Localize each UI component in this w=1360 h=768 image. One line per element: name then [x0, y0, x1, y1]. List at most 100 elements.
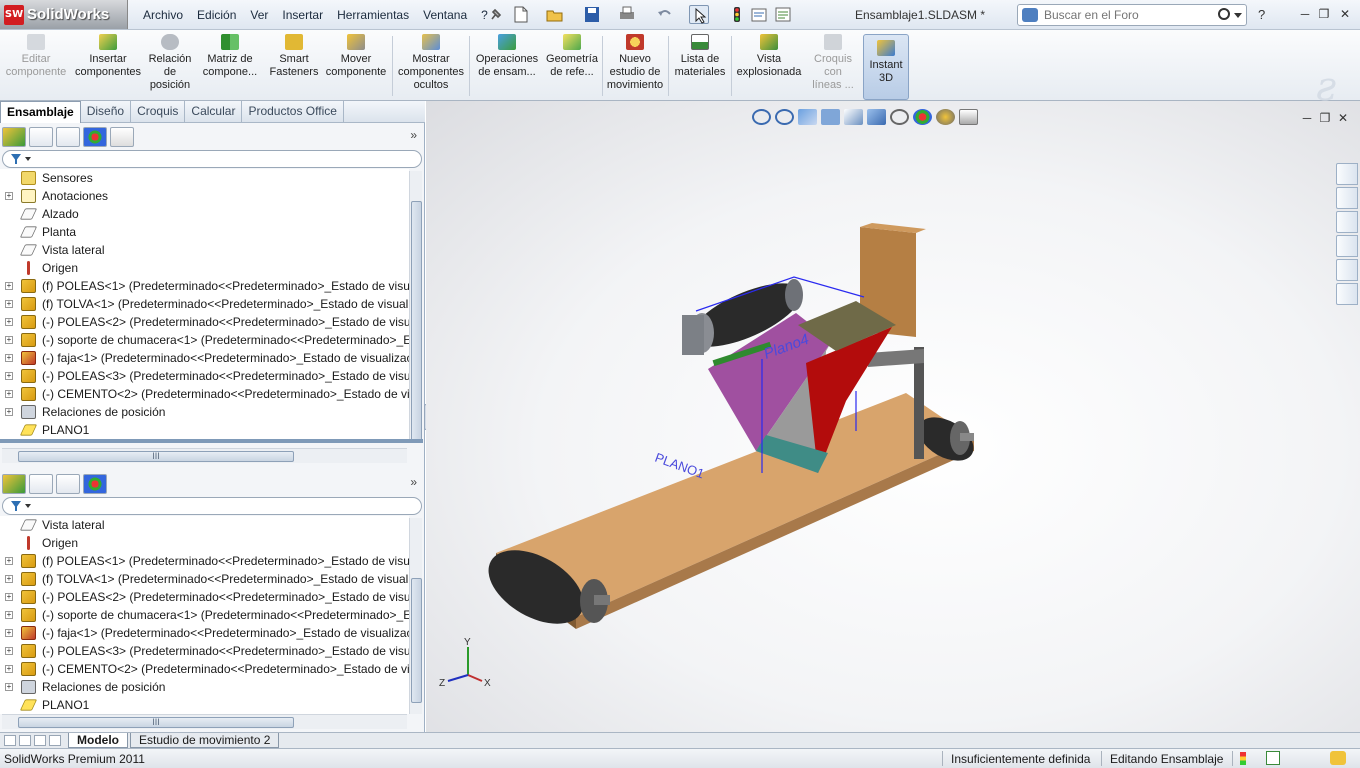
tree-item[interactable]: Origen — [0, 259, 409, 277]
tab-estudio-movimiento-2[interactable]: Estudio de movimiento 2 — [130, 733, 280, 748]
view-settings-icon[interactable] — [959, 109, 978, 125]
expand-icon[interactable]: + — [5, 408, 13, 416]
tree-item[interactable]: + (-) POLEAS<3> (Predeterminado<<Predeter… — [0, 367, 409, 385]
expand-icon[interactable]: + — [5, 354, 13, 362]
expand-icon[interactable]: + — [5, 300, 13, 308]
tree-item[interactable]: Planta — [0, 223, 409, 241]
expand-tabs-icon[interactable]: » — [410, 128, 417, 142]
configurationmanager-tab-icon[interactable] — [56, 474, 80, 494]
new-motion-study-button[interactable]: Nuevo estudio de movimiento — [605, 34, 665, 100]
mate-button[interactable]: Relación de posición — [146, 34, 194, 100]
display-style-icon[interactable] — [867, 109, 886, 125]
scrollbar-thumb[interactable] — [411, 578, 422, 703]
explode-line-sketch-button[interactable]: Croquis con líneas ... — [808, 34, 858, 100]
tree-item[interactable]: Alzado — [0, 205, 409, 223]
options-icon[interactable] — [773, 5, 793, 24]
file-properties-icon[interactable] — [749, 5, 769, 24]
featuremanager-tab-icon[interactable] — [2, 127, 26, 147]
tree-item[interactable]: + Relaciones de posición — [0, 403, 409, 421]
tab-calcular[interactable]: Calcular — [185, 101, 243, 123]
displaymanager-tab-icon[interactable] — [83, 127, 107, 147]
tree-item[interactable]: + (-) POLEAS<2> (Predeterminado<<Predeter… — [0, 313, 409, 331]
zoom-to-area-icon[interactable] — [775, 109, 794, 125]
move-component-button[interactable]: Mover componente — [324, 34, 388, 100]
horizontal-scrollbar-top[interactable]: III — [2, 448, 407, 463]
tree-item[interactable]: PLANO1 — [0, 421, 409, 439]
reference-geometry-button[interactable]: Geometría de refe... — [544, 34, 600, 100]
tree-item[interactable]: + (-) POLEAS<2> (Predeterminado<<Predeter… — [0, 588, 409, 606]
restore-icon[interactable]: ❐ — [1316, 111, 1334, 125]
edit-appearance-icon[interactable] — [913, 109, 932, 125]
previous-view-icon[interactable] — [798, 109, 817, 125]
configurationmanager-tab-icon[interactable] — [56, 127, 80, 147]
expand-icon[interactable]: + — [5, 372, 13, 380]
tab-croquis[interactable]: Croquis — [131, 101, 186, 123]
tree-item[interactable]: + Relaciones de posición — [0, 678, 409, 696]
undo-icon[interactable] — [655, 5, 675, 24]
menu-ventana[interactable]: Ventana — [416, 8, 474, 22]
last-tab-icon[interactable] — [49, 735, 61, 746]
tree-item[interactable]: + (f) TOLVA<1> (Predeterminado<<Predeterm… — [0, 570, 409, 588]
hide-show-items-icon[interactable] — [890, 109, 909, 125]
tab-ensamblaje[interactable]: Ensamblaje — [0, 101, 81, 123]
insert-components-button[interactable]: Insertar componentes — [72, 34, 144, 100]
tree-item[interactable]: PLANO1 — [0, 696, 409, 714]
featuremanager-tab-icon[interactable] — [2, 474, 26, 494]
expand-icon[interactable]: + — [5, 282, 13, 290]
tree-item[interactable]: + (-) soporte de chumacera<1> (Predetermi… — [0, 606, 409, 624]
new-document-icon[interactable] — [511, 5, 531, 24]
tree-item[interactable]: Origen — [0, 534, 409, 552]
menu-insertar[interactable]: Insertar — [275, 8, 330, 22]
tree-item[interactable]: + (-) soporte de chumacera<1> (Predetermi… — [0, 331, 409, 349]
tab-diseno[interactable]: Diseño — [81, 101, 132, 123]
appearances-icon[interactable] — [1336, 259, 1358, 281]
first-tab-icon[interactable] — [4, 735, 16, 746]
horizontal-scrollbar-bottom[interactable]: III — [2, 714, 407, 729]
custom-properties-icon[interactable] — [1336, 283, 1358, 305]
filter-bar-bottom[interactable] — [2, 497, 422, 515]
propertymanager-tab-icon[interactable] — [29, 127, 53, 147]
tree-item[interactable]: + (-) CEMENTO<2> (Predeterminado<<Predete… — [0, 385, 409, 403]
scrollbar-thumb[interactable]: III — [18, 451, 294, 462]
restore-icon[interactable]: ❐ — [1317, 7, 1331, 21]
home-icon[interactable] — [1336, 163, 1358, 185]
tree-item[interactable]: + (f) POLEAS<1> (Predeterminado<<Predeter… — [0, 277, 409, 295]
minimize-icon[interactable]: ─ — [1298, 7, 1312, 21]
edit-component-button[interactable]: Editar componente — [4, 34, 68, 100]
expand-icon[interactable]: + — [5, 683, 13, 691]
propertymanager-tab-icon[interactable] — [29, 474, 53, 494]
tree-item[interactable]: + (f) TOLVA<1> (Predeterminado<<Predeterm… — [0, 295, 409, 313]
expand-tabs-icon[interactable]: » — [410, 475, 417, 489]
displaymanager-tab-icon[interactable] — [83, 474, 107, 494]
print-icon[interactable] — [617, 5, 637, 24]
tree-item[interactable]: + (f) POLEAS<1> (Predeterminado<<Predeter… — [0, 552, 409, 570]
pin-icon[interactable] — [486, 5, 506, 24]
cam-tab-icon[interactable] — [110, 127, 134, 147]
rebuild-status-icon[interactable] — [1240, 752, 1246, 765]
scrollbar-thumb[interactable]: III — [18, 717, 294, 728]
scrollbar-thumb[interactable] — [411, 201, 422, 441]
help-icon[interactable] — [1266, 751, 1280, 765]
menu-archivo[interactable]: Archivo — [136, 8, 190, 22]
section-view-icon[interactable] — [821, 109, 840, 125]
previous-tab-icon[interactable] — [19, 735, 31, 746]
show-hidden-components-button[interactable]: Mostrar componentes ocultos — [396, 34, 466, 100]
expand-icon[interactable]: + — [5, 665, 13, 673]
tree-item[interactable]: + (-) CEMENTO<2> (Predeterminado<<Predete… — [0, 660, 409, 678]
menu-herramientas[interactable]: Herramientas — [330, 8, 416, 22]
tree-item[interactable]: Vista lateral — [0, 516, 409, 534]
tab-modelo[interactable]: Modelo — [68, 733, 128, 748]
tab-productos-office[interactable]: Productos Office — [242, 101, 344, 123]
expand-icon[interactable]: + — [5, 336, 13, 344]
expand-icon[interactable]: + — [5, 575, 13, 583]
instant-3d-button[interactable]: Instant 3D — [863, 34, 909, 100]
view-palette-icon[interactable] — [1336, 235, 1358, 257]
vertical-scrollbar-top[interactable] — [409, 171, 422, 443]
tree-item[interactable]: + Anotaciones — [0, 187, 409, 205]
vertical-scrollbar-bottom[interactable] — [409, 518, 422, 714]
expand-icon[interactable]: + — [5, 557, 13, 565]
apply-scene-icon[interactable] — [936, 109, 955, 125]
search-box[interactable] — [1017, 4, 1247, 26]
expand-icon[interactable]: + — [5, 192, 13, 200]
graphics-area[interactable]: Plano4 PLANO1 Y X Z ─ ❐ ✕ — [426, 101, 1360, 732]
